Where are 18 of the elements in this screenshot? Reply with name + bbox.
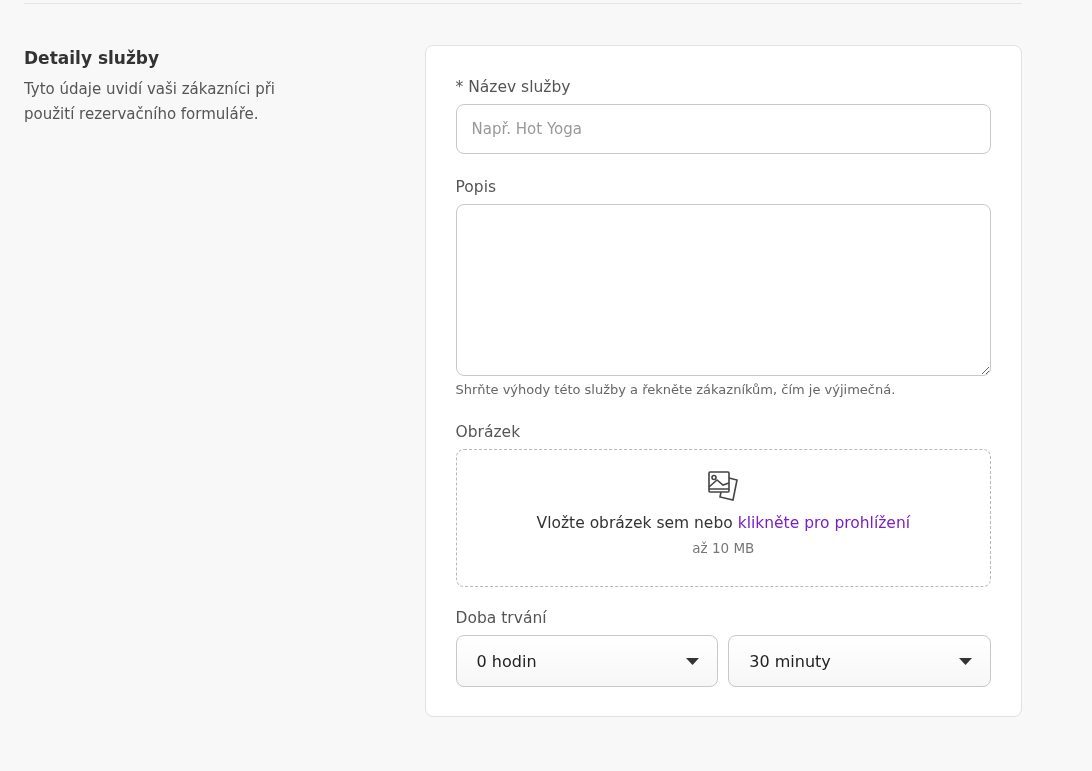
field-label: * Název služby bbox=[455, 78, 572, 96]
field-label: Obrázek bbox=[455, 423, 522, 441]
caret-icon bbox=[686, 657, 700, 665]
drop-instructions: Vložte obrázek sem nebo klikněte pro prohlížení bbox=[536, 514, 910, 532]
field-label: Popis bbox=[455, 178, 498, 196]
section-description: Tyto údaje uvidí vaši zákazníci při použití rezervačního formuláře. bbox=[24, 79, 276, 125]
field-hint: Shrňte výhody této služby a řekněte zákazníkům, čím je výjimečná. bbox=[455, 382, 897, 397]
duration-select[interactable]: 30 minuty bbox=[728, 635, 991, 687]
images-icon bbox=[707, 470, 740, 502]
image-dropzone[interactable]: Vložte obrázek sem nebo klikněte pro prohlížení až 10 MB bbox=[455, 449, 991, 587]
caret-icon bbox=[959, 657, 972, 665]
duration-select[interactable]: 0 hodin bbox=[455, 635, 719, 687]
description-textarea[interactable] bbox=[455, 204, 991, 376]
browse-link[interactable]: klikněte pro prohlížení bbox=[737, 514, 910, 532]
name-input[interactable]: Např. Hot Yoga bbox=[455, 104, 991, 154]
section-title: Detaily služby bbox=[24, 48, 161, 68]
size-limit: až 10 MB bbox=[692, 540, 755, 556]
field-label: Doba trvání bbox=[455, 609, 548, 627]
